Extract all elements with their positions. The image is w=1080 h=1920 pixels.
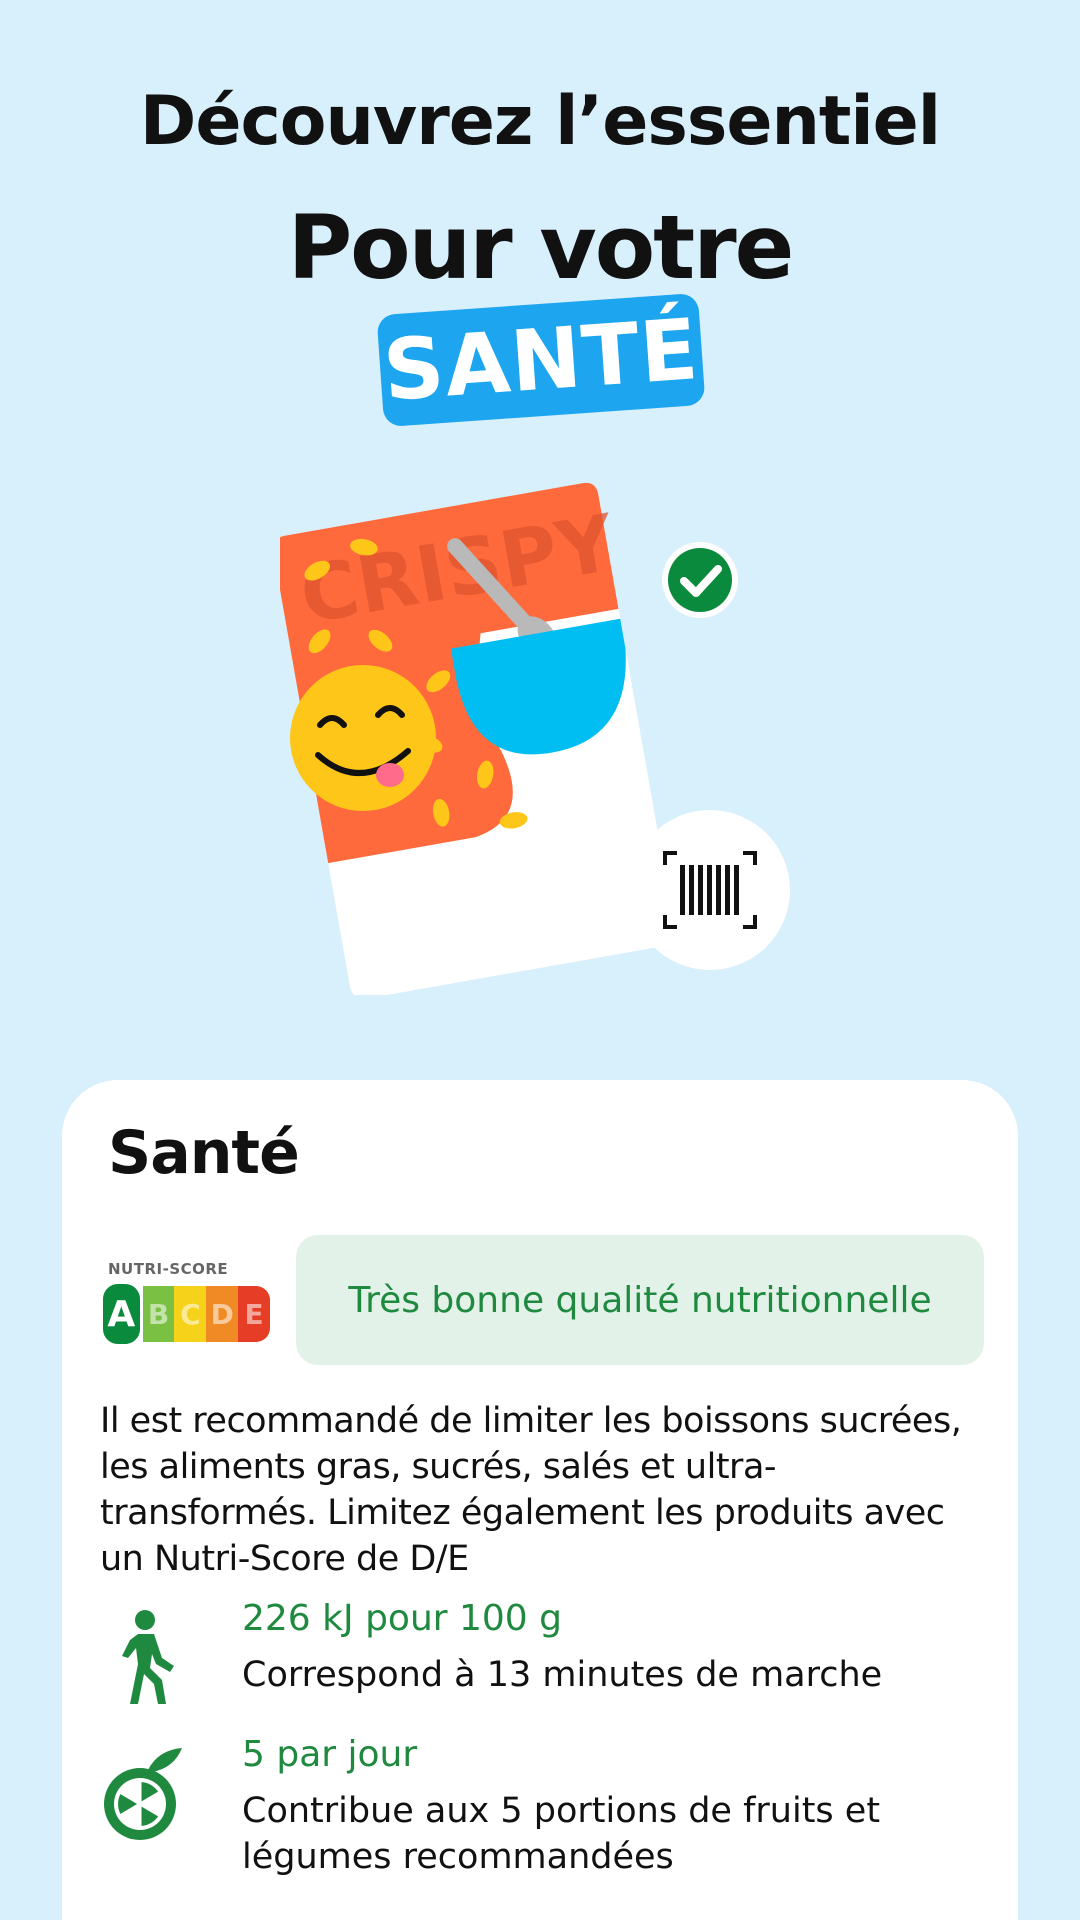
health-card: Santé NUTRI-SCORE A B C D E Très bonne q…	[62, 1080, 1018, 1920]
headline: Découvrez l’essentiel	[139, 82, 941, 161]
nutriscore-grade-d: D	[206, 1286, 239, 1342]
quality-label: Très bonne qualité nutritionnelle	[296, 1235, 984, 1365]
citrus-fruit-icon	[104, 1748, 182, 1840]
nutriscore-grade-b: B	[142, 1286, 175, 1342]
nutriscore-grade-a: A	[100, 1281, 143, 1347]
walking-person-icon	[122, 1610, 174, 1704]
onboarding-screen: Découvrez l’essentiel Pour votre SANTÉ C…	[0, 0, 1080, 1920]
energy-title: 226 kJ pour 100 g	[242, 1598, 563, 1639]
nutriscore-grade-c: C	[174, 1286, 207, 1342]
card-title: Santé	[108, 1118, 300, 1188]
advice-text: Il est recommandé de limiter les boisson…	[100, 1401, 962, 1579]
energy-description: Correspond à 13 minutes de marche	[242, 1655, 883, 1695]
nutriscore-label: NUTRI-SCORE	[108, 1260, 229, 1278]
nutriscore-scale: A B C D E	[100, 1281, 270, 1347]
subheadline: Pour votre	[287, 196, 795, 299]
cereal-box-illustration: CRISPY	[280, 482, 790, 995]
nutriscore-badge: NUTRI-SCORE A B C D E	[100, 1260, 272, 1347]
nutriscore-grade-e: E	[238, 1286, 270, 1342]
energy-fact: 226 kJ pour 100 g Correspond à 13 minute…	[100, 1598, 980, 1718]
fruit-description: Contribue aux 5 portions de fruits et lé…	[242, 1791, 881, 1877]
smiley-emoji-icon	[290, 665, 436, 811]
fruit-title: 5 par jour	[242, 1734, 418, 1775]
sante-badge: SANTÉ	[376, 292, 706, 428]
fruit-fact: 5 par jour Contribue aux 5 portions de f…	[100, 1734, 980, 1894]
